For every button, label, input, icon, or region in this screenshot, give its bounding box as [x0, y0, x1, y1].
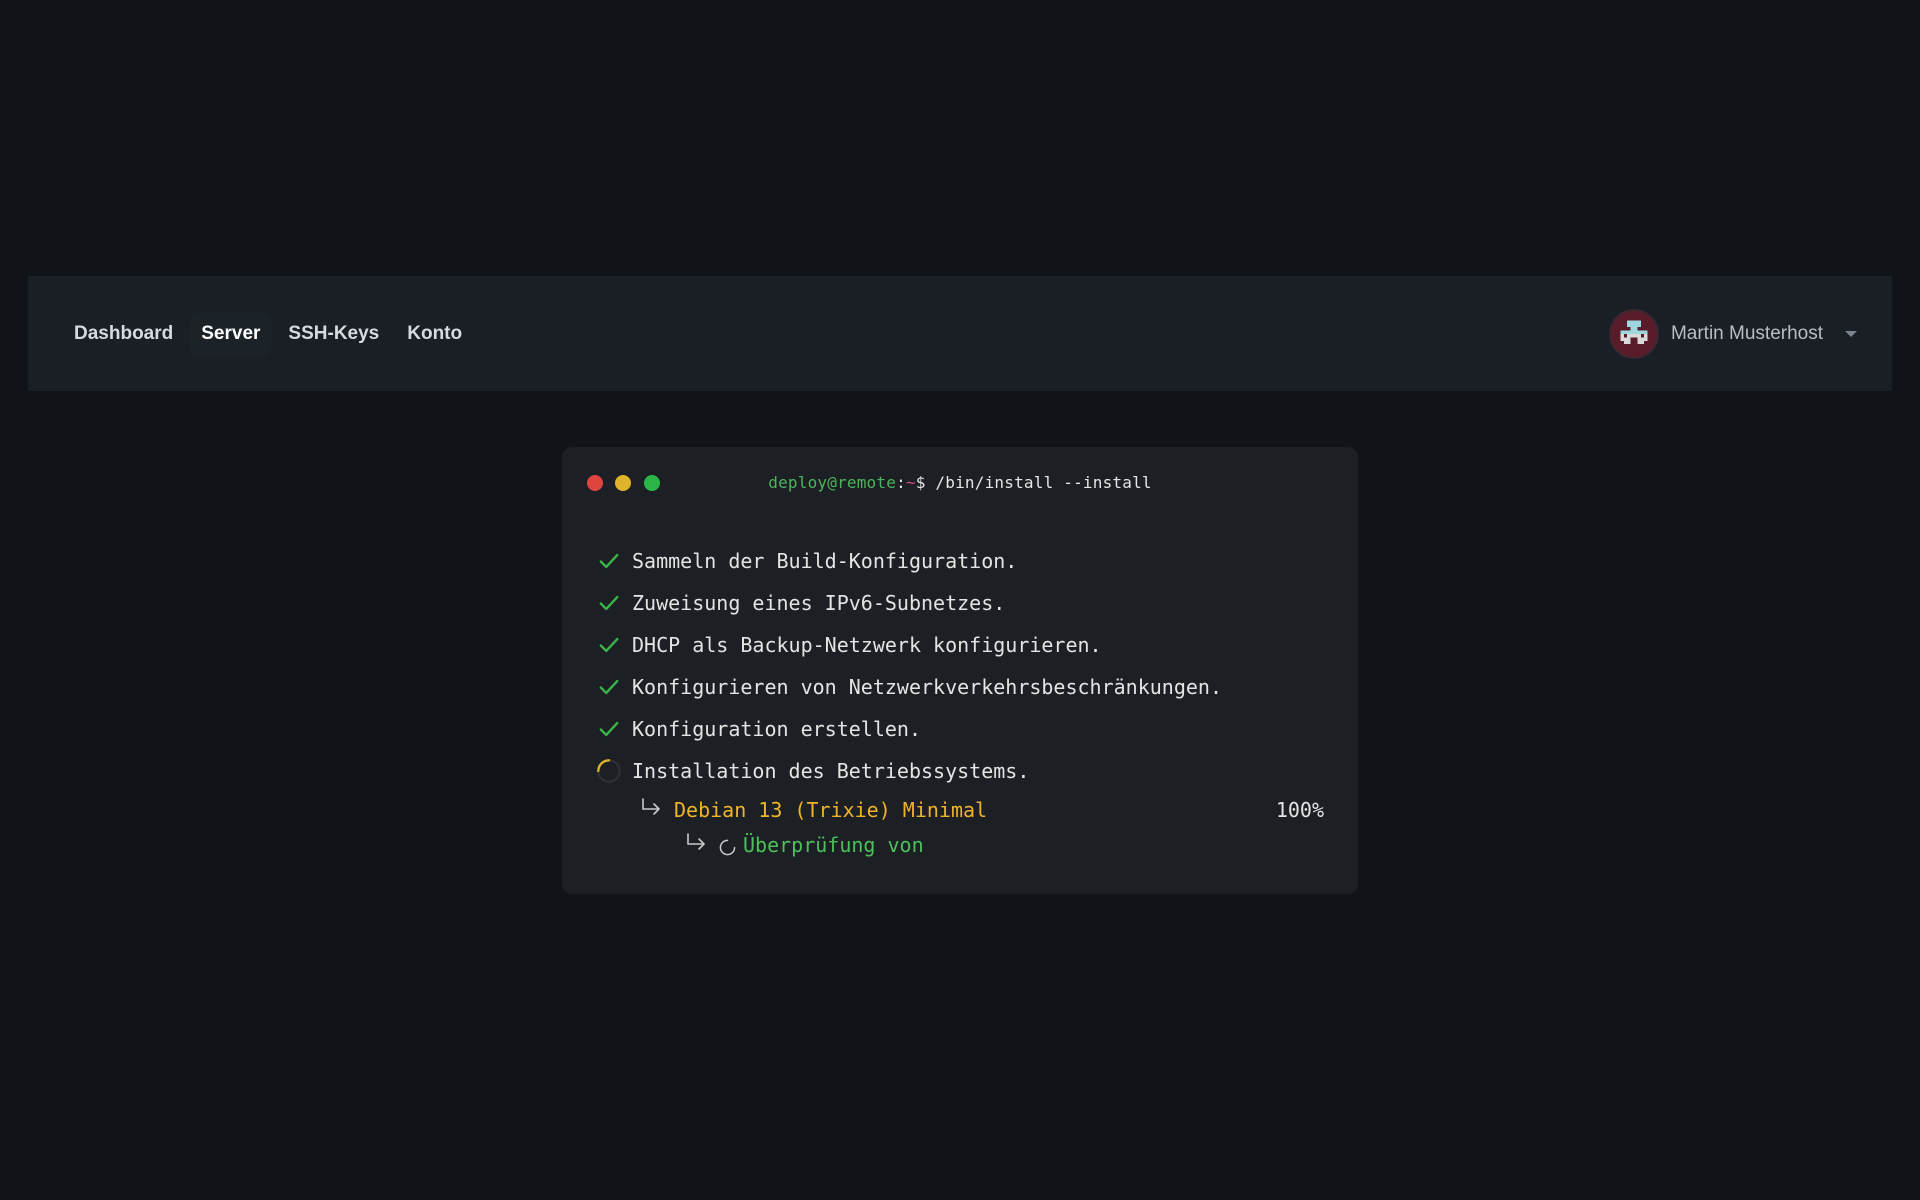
step-text: DHCP als Backup-Netzwerk konfigurieren. — [632, 633, 1102, 657]
os-progress-line: Debian 13 (Trixie) Minimal 100% — [640, 792, 1324, 827]
prompt-colon: : — [896, 473, 906, 492]
nav-item-ssh-keys[interactable]: SSH-Keys — [277, 313, 390, 355]
terminal-window: deploy@remote:~$ /bin/install --install … — [562, 447, 1358, 894]
nav-item-konto[interactable]: Konto — [396, 313, 473, 355]
user-menu[interactable]: Martin Musterhost — [1608, 308, 1857, 359]
substatus-line: Überprüfung von — [685, 827, 1324, 862]
list-item: Zuweisung eines IPv6-Subnetzes. — [596, 582, 1324, 624]
top-navbar: Dashboard Server SSH-Keys Konto Martin M… — [28, 276, 1892, 391]
return-arrow-icon — [685, 832, 713, 857]
list-item: Konfigurieren von Netzwerkverkehrsbeschr… — [596, 666, 1324, 708]
step-text: Konfiguration erstellen. — [632, 717, 921, 741]
pixel-avatar-icon — [1620, 319, 1648, 344]
list-item: DHCP als Backup-Netzwerk konfigurieren. — [596, 624, 1324, 666]
loading-spinner-icon — [719, 837, 736, 855]
prompt-symbol: $ — [915, 473, 926, 492]
substatus-text: Überprüfung von — [743, 832, 924, 857]
nav-item-dashboard[interactable]: Dashboard — [63, 313, 184, 355]
check-icon — [596, 716, 622, 742]
step-text: Zuweisung eines IPv6-Subnetzes. — [632, 591, 1006, 615]
step-text: Sammeln der Build-Konfiguration. — [632, 549, 1018, 573]
nav-menu: Dashboard Server SSH-Keys Konto — [63, 312, 473, 355]
check-icon — [596, 674, 622, 700]
step-text: Konfigurieren von Netzwerkverkehrsbeschr… — [632, 675, 1223, 699]
avatar — [1608, 308, 1659, 359]
prompt-path: ~ — [905, 473, 916, 492]
step-text: Installation des Betriebssystems. — [632, 759, 1030, 783]
list-item: Konfiguration erstellen. — [596, 708, 1324, 750]
terminal-title-bar: deploy@remote:~$ /bin/install --install — [562, 447, 1358, 509]
list-item: Sammeln der Build-Konfiguration. — [596, 540, 1324, 582]
check-icon — [596, 548, 622, 574]
return-arrow-icon — [640, 797, 668, 822]
install-steps: Sammeln der Build-Konfiguration. Zuweisu… — [596, 540, 1324, 862]
list-item: Installation des Betriebssystems. — [596, 750, 1324, 792]
prompt-command: /bin/install --install — [925, 473, 1152, 492]
nav-item-server[interactable]: Server — [190, 312, 272, 355]
check-icon — [596, 632, 622, 658]
check-icon — [596, 590, 622, 616]
os-name: Debian 13 (Trixie) Minimal — [674, 797, 988, 822]
chevron-down-icon — [1845, 330, 1857, 337]
spinner-icon — [596, 758, 622, 784]
prompt-user-host: deploy@remote — [768, 473, 897, 492]
terminal-prompt: deploy@remote:~$ /bin/install --install — [562, 473, 1358, 492]
progress-percent: 100% — [1275, 797, 1324, 822]
user-name: Martin Musterhost — [1670, 322, 1823, 344]
